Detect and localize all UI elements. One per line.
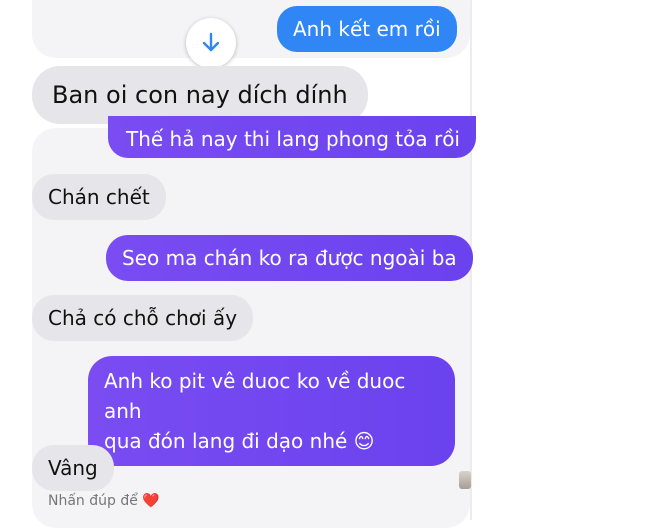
message-text: Thế hả nay thi lang phong tỏa rồi xyxy=(126,127,460,151)
arrow-down-icon xyxy=(202,32,220,52)
message-outgoing-3[interactable]: Seo ma chán ko ra được ngoài ba xyxy=(106,235,473,281)
message-text: Anh kết em rồi xyxy=(293,17,441,41)
message-incoming-3[interactable]: Chả có chỗ chơi ấy xyxy=(32,295,254,341)
message-outgoing-4[interactable]: Anh ko pit vê duoc ko về duoc anh qua đó… xyxy=(88,356,455,466)
message-text: Seo ma chán ko ra được ngoài ba xyxy=(122,246,457,270)
hint-text: Nhấn đúp để xyxy=(48,493,138,509)
double-tap-hint: Nhấn đúp để ❤️ xyxy=(48,493,160,509)
message-incoming-2[interactable]: Chán chết xyxy=(32,174,166,220)
seen-avatar xyxy=(459,471,471,489)
heart-icon[interactable]: ❤️ xyxy=(142,493,159,509)
message-text-line-1: Anh ko pit vê duoc ko về duoc anh xyxy=(104,369,406,423)
message-outgoing-2[interactable]: Thế hả nay thi lang phong tỏa rồi xyxy=(108,116,476,158)
scroll-to-bottom-button[interactable] xyxy=(186,18,236,68)
message-text: Ban oi con nay dích dính xyxy=(52,81,348,109)
message-text: Vâng xyxy=(48,456,98,480)
message-text: Chả có chỗ chơi ấy xyxy=(48,306,238,330)
message-text-line-2: qua đón lang đi dạo nhé 😊 xyxy=(104,429,375,453)
message-text: Chán chết xyxy=(48,185,150,209)
message-outgoing-1[interactable]: Anh kết em rồi xyxy=(277,6,457,52)
message-incoming-4[interactable]: Vâng xyxy=(32,445,114,491)
